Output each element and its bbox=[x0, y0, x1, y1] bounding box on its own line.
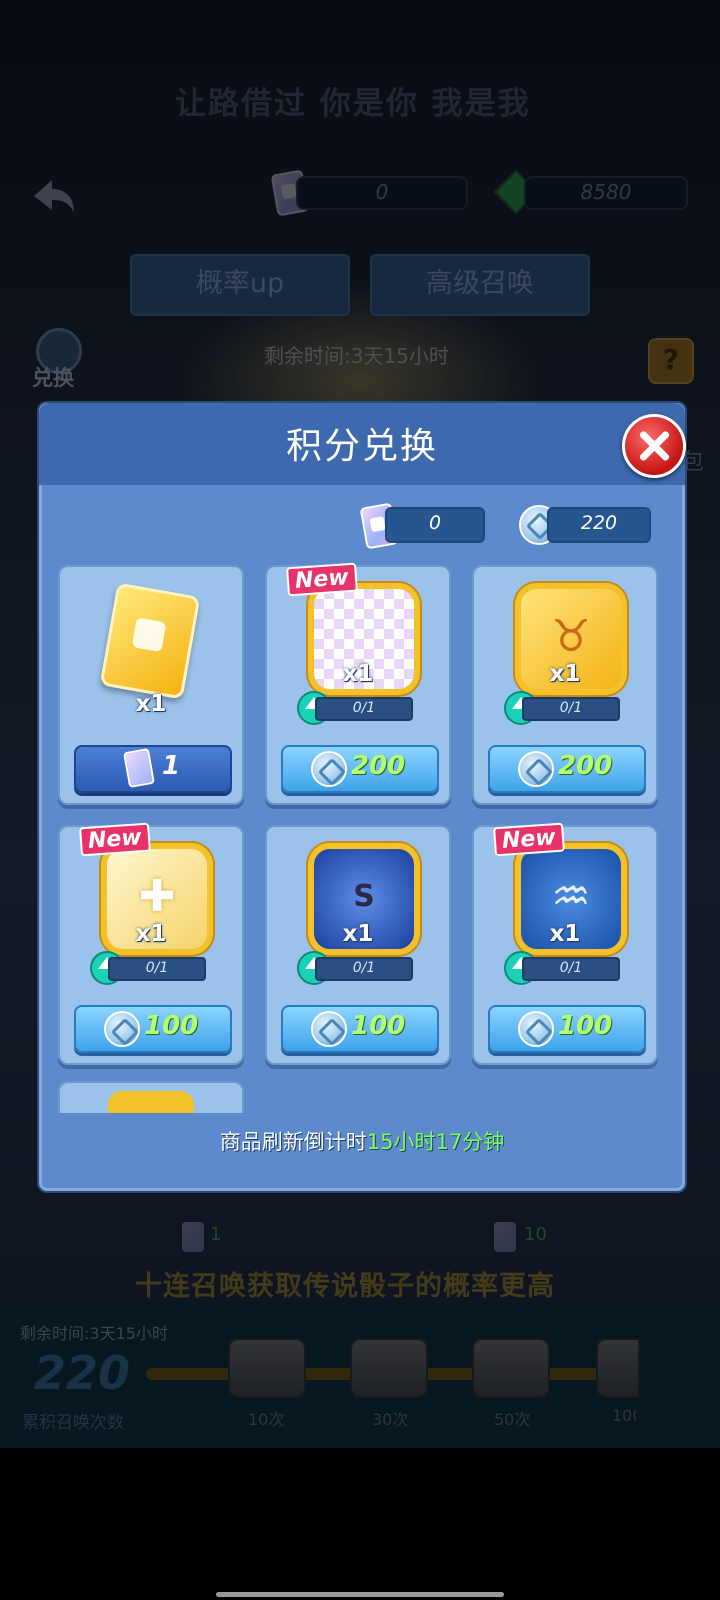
coin-icon bbox=[104, 1011, 140, 1047]
coin-icon bbox=[518, 1011, 554, 1047]
shop-item-card[interactable]: ✚ New x1 0/1 100 bbox=[58, 822, 244, 1065]
price-value: 100 bbox=[558, 1011, 613, 1041]
item-quantity: x1 bbox=[135, 921, 167, 947]
ticket-balance: 0 bbox=[385, 507, 485, 543]
progress-text: 0/1 bbox=[559, 960, 583, 976]
price-value: 100 bbox=[351, 1011, 406, 1041]
coin-balance: 220 bbox=[547, 507, 651, 543]
item-progress: 0/1 bbox=[315, 957, 413, 981]
points-exchange-dialog: 积分兑换 0 220 x1 1 New x1 0/1 200 ♉ x1 0/1 bbox=[37, 401, 687, 1193]
refresh-countdown-label: 商品刷新倒计时 bbox=[219, 1130, 367, 1154]
item-progress: 0/1 bbox=[522, 957, 620, 981]
ticket-icon bbox=[123, 748, 155, 788]
coin-balance-value: 220 bbox=[580, 512, 618, 534]
bull-icon: ♉ bbox=[551, 611, 591, 662]
new-badge: New bbox=[493, 822, 565, 857]
price-value: 100 bbox=[144, 1011, 199, 1041]
system-nav-area bbox=[0, 1448, 720, 1600]
buy-button[interactable]: 1 bbox=[74, 745, 232, 793]
coin-icon bbox=[311, 1011, 347, 1047]
refresh-countdown: 商品刷新倒计时15小时17分钟 bbox=[39, 1126, 685, 1156]
buy-button[interactable]: 100 bbox=[488, 1005, 646, 1053]
new-badge: New bbox=[286, 562, 358, 597]
buy-button[interactable]: 100 bbox=[281, 1005, 439, 1053]
refresh-countdown-time: 15小时17分钟 bbox=[366, 1130, 505, 1154]
aquarius-icon: ♒ bbox=[551, 871, 591, 922]
price-value: 200 bbox=[351, 751, 406, 781]
item-quantity: x1 bbox=[342, 661, 374, 687]
s-glyph: S bbox=[353, 879, 375, 914]
new-badge: New bbox=[79, 822, 151, 857]
close-icon[interactable] bbox=[622, 414, 686, 478]
ticket-balance-value: 0 bbox=[428, 512, 442, 534]
price-value: 200 bbox=[558, 751, 613, 781]
cross-icon: ✚ bbox=[138, 871, 176, 922]
progress-text: 0/1 bbox=[352, 700, 376, 716]
shop-item-card[interactable]: ♒ New x1 0/1 100 bbox=[472, 822, 658, 1065]
item-quantity: x1 bbox=[135, 691, 167, 717]
buy-button[interactable]: 200 bbox=[281, 745, 439, 793]
dialog-title: 积分兑换 bbox=[285, 426, 438, 467]
coin-icon bbox=[518, 751, 554, 787]
item-quantity: x1 bbox=[342, 921, 374, 947]
dice-card-icon bbox=[99, 582, 201, 700]
home-indicator[interactable] bbox=[216, 1592, 504, 1597]
shop-item-card-partial[interactable] bbox=[58, 1081, 244, 1113]
item-progress: 0/1 bbox=[315, 697, 413, 721]
item-quantity: x1 bbox=[549, 661, 581, 687]
item-progress: 0/1 bbox=[522, 697, 620, 721]
shop-item-card[interactable]: x1 1 bbox=[58, 565, 244, 805]
coin-icon bbox=[311, 751, 347, 787]
dialog-header: 积分兑换 bbox=[39, 403, 685, 485]
progress-text: 0/1 bbox=[352, 960, 376, 976]
shop-item-card[interactable]: ♉ x1 0/1 200 bbox=[472, 565, 658, 805]
item-progress: 0/1 bbox=[108, 957, 206, 981]
item-quantity: x1 bbox=[549, 921, 581, 947]
buy-button[interactable]: 100 bbox=[74, 1005, 232, 1053]
shop-item-card[interactable]: S x1 0/1 100 bbox=[265, 825, 451, 1065]
progress-text: 0/1 bbox=[559, 700, 583, 716]
progress-text: 0/1 bbox=[145, 960, 169, 976]
price-value: 1 bbox=[162, 751, 181, 781]
buy-button[interactable]: 200 bbox=[488, 745, 646, 793]
shop-item-card[interactable]: New x1 0/1 200 bbox=[265, 562, 451, 805]
